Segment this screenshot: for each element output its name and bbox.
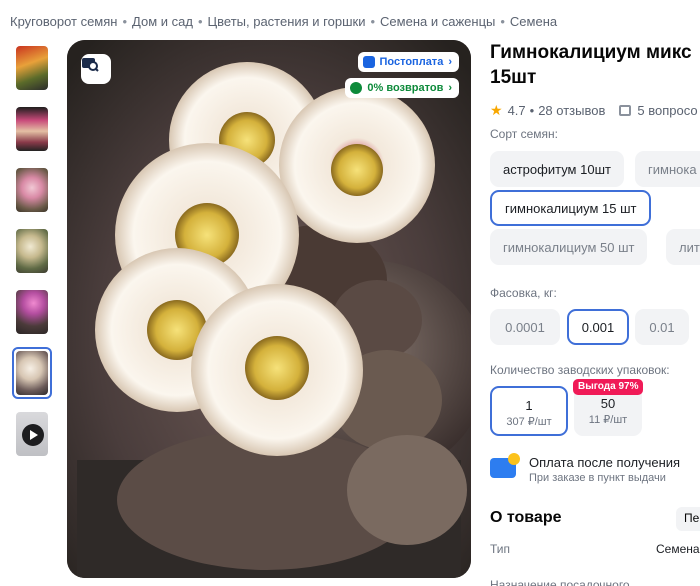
breadcrumb-item[interactable]: Цветы, растения и горшки — [208, 14, 366, 29]
thumbnail[interactable] — [12, 225, 52, 277]
postpay-subtitle: При заказе в пункт выдачи — [529, 472, 666, 484]
breadcrumb-separator: • — [370, 14, 376, 29]
about-tab[interactable]: Пер — [676, 507, 700, 531]
thumbnail[interactable] — [12, 42, 52, 94]
camera-search-icon — [82, 58, 99, 72]
variety-option[interactable]: гимнокалициум 50 шт — [490, 229, 648, 265]
postpay-title: Оплата после получения — [529, 455, 681, 470]
quantity-price: 11 ₽/шт — [588, 414, 628, 426]
quantity-count: 1 — [525, 398, 533, 413]
breadcrumb-item[interactable]: Семена и саженцы — [380, 14, 495, 29]
package-option-selected[interactable]: 0.001 — [567, 309, 629, 345]
quantity-option-selected[interactable]: 1 307 ₽/шт — [490, 386, 568, 436]
thumbnail-selected[interactable] — [12, 347, 52, 399]
play-icon — [22, 424, 44, 446]
chevron-right-icon: › — [448, 82, 452, 94]
postpay-info[interactable]: Оплата после получения При заказе в пунк… — [490, 452, 700, 488]
thumbnail[interactable] — [12, 164, 52, 216]
breadcrumb-separator: • — [197, 14, 203, 29]
options-panel: Сорт семян: астрофитум 10шт гимнока гимн… — [490, 0, 700, 586]
spec-key: Тип — [490, 542, 511, 556]
quantity-label: Количество заводских упаковок: — [490, 363, 670, 377]
package-option[interactable]: 0.01 — [635, 309, 689, 345]
sale-badge: Выгода 97% — [573, 379, 644, 395]
main-product-photo[interactable]: Постоплата › 0% возвратов › — [67, 40, 471, 578]
about-heading: О товаре — [490, 509, 562, 526]
spec-value: Семена — [656, 542, 700, 556]
breadcrumb-separator: • — [122, 14, 128, 29]
postpay-icon — [362, 56, 375, 68]
variety-option[interactable]: лит — [666, 229, 700, 265]
cactus-photo-illustration — [67, 40, 471, 578]
returns-badge[interactable]: 0% возвратов › — [345, 78, 459, 98]
quantity-price: 307 ₽/шт — [506, 416, 552, 428]
variety-label: Сорт семян: — [490, 127, 558, 141]
returns-label: 0% возвратов — [367, 82, 444, 94]
package-label: Фасовка, кг: — [490, 286, 557, 300]
returns-icon — [350, 82, 363, 94]
spec-key: Назначение посадочного — [490, 578, 630, 586]
package-option[interactable]: 0.0001 — [490, 309, 560, 345]
postpay-label: Постоплата — [379, 56, 444, 68]
variety-option-selected[interactable]: гимнокалициум 15 шт — [490, 190, 652, 226]
video-thumbnail[interactable] — [12, 408, 52, 460]
variety-option[interactable]: астрофитум 10шт — [490, 151, 624, 187]
chevron-right-icon: › — [448, 56, 452, 68]
wallet-icon — [490, 453, 520, 478]
thumbnail-strip — [12, 42, 56, 469]
quantity-count: 50 — [600, 396, 616, 411]
thumbnail[interactable] — [12, 286, 52, 338]
search-by-photo-button[interactable] — [81, 54, 111, 84]
breadcrumb-item[interactable]: Круговорот семян — [10, 14, 117, 29]
breadcrumb-item[interactable]: Дом и сад — [132, 14, 193, 29]
variety-option[interactable]: гимнока — [635, 151, 700, 187]
breadcrumb: Круговорот семян • Дом и сад • Цветы, растен… — [10, 14, 557, 29]
postpay-badge[interactable]: Постоплата › — [357, 52, 459, 72]
thumbnail[interactable] — [12, 103, 52, 155]
